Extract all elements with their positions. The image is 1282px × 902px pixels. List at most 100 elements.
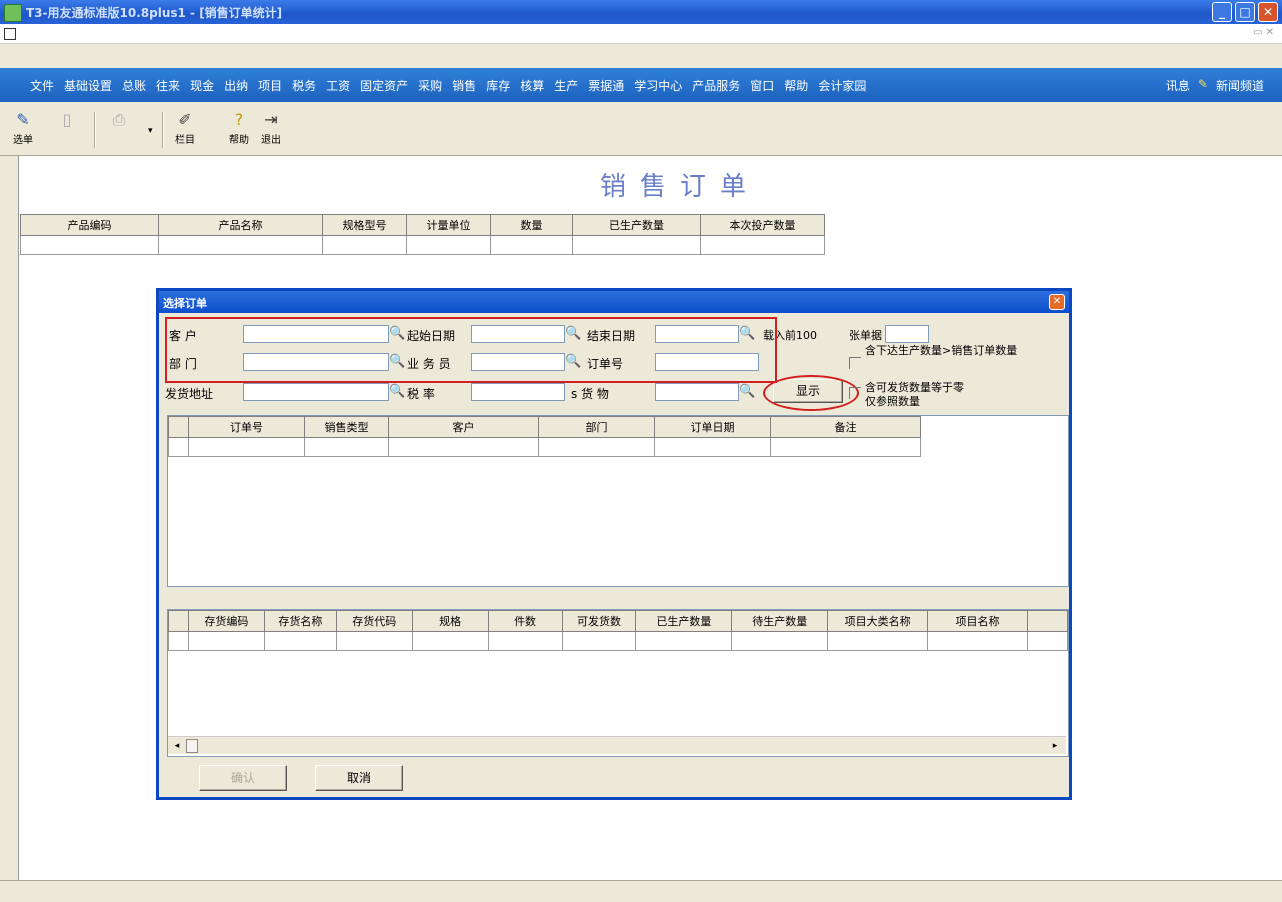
menu-item[interactable]: 基础设置	[64, 77, 112, 94]
help-icon: ?	[234, 110, 244, 129]
menu-item[interactable]: 核算	[520, 77, 544, 94]
product-grid[interactable]: 产品编码 产品名称 规格型号 计量单位 数量 已生产数量 本次投产数量	[20, 214, 825, 255]
scroll-thumb[interactable]	[186, 739, 198, 753]
order-grid[interactable]: 订单号 销售类型 客户 部门 订单日期 备注	[167, 415, 1069, 587]
order-column-header[interactable]: 客户	[388, 416, 539, 438]
spacer-bar	[0, 45, 1282, 68]
check-zero-shippable[interactable]	[849, 387, 861, 399]
column-header[interactable]: 产品编码	[20, 214, 159, 236]
column-header[interactable]: 计量单位	[406, 214, 491, 236]
menu-item[interactable]: 库存	[486, 77, 510, 94]
cancel-button[interactable]: 取消	[315, 765, 403, 791]
menu-item[interactable]: 票据通	[588, 77, 624, 94]
menu-item[interactable]: 帮助	[784, 77, 808, 94]
help-button[interactable]: ? 帮助	[224, 108, 254, 152]
check-production-qty[interactable]	[849, 357, 861, 369]
tax-rate-label: 税 率	[407, 387, 435, 401]
order-column-header[interactable]: 订单号	[188, 416, 305, 438]
menu-item[interactable]: 税务	[292, 77, 316, 94]
order-column-header[interactable]: 部门	[538, 416, 655, 438]
detail-column-header[interactable]: 存货编码	[187, 610, 265, 632]
menu-item[interactable]: 销售	[452, 77, 476, 94]
maximize-button[interactable]: □	[1235, 2, 1255, 22]
ship-address-input[interactable]	[243, 383, 389, 401]
restore-icon[interactable]: ▭ ✕	[1253, 27, 1274, 38]
detail-column-header[interactable]: 规格	[411, 610, 489, 632]
menu-item[interactable]: 会计家园	[818, 77, 866, 94]
menu-item[interactable]: 总账	[122, 77, 146, 94]
menu-item-news[interactable]: 新闻频道	[1216, 77, 1264, 94]
detail-column-header[interactable]: 存货名称	[263, 610, 337, 632]
check-zero-shippable-label-2: 仅参照数量	[865, 395, 920, 408]
menu-item[interactable]: 项目	[258, 77, 282, 94]
detail-column-header[interactable]: 待生产数量	[731, 610, 829, 632]
column-header[interactable]: 已生产数量	[572, 214, 701, 236]
check-production-qty-label: 含下达生产数量>销售订单数量	[865, 344, 1018, 357]
document-icon[interactable]	[4, 28, 16, 40]
minimize-button[interactable]: _	[1212, 2, 1232, 22]
select-icon: ✎	[16, 110, 30, 129]
detail-grid[interactable]: 存货编码 存货名称 存货代码 规格 件数 可发货数 已生产数量 待生产数量 项目大类名称 项目名称…	[167, 609, 1069, 757]
detail-column-header[interactable]: 件数	[487, 610, 563, 632]
ok-button[interactable]: 确认	[199, 765, 287, 791]
detail-column-header[interactable]: 已生产数量	[635, 610, 733, 632]
menu-right: 讯息 ✎ 新闻频道	[1166, 77, 1264, 94]
detail-grid-table: 存货编码 存货名称 存货代码 规格 件数 可发货数 已生产数量 待生产数量 项目大类名称 项目名称	[168, 610, 1068, 651]
menu-item[interactable]: 文件	[30, 77, 54, 94]
print-icon: ⎙	[112, 110, 126, 129]
scroll-left-icon[interactable]: ◂	[170, 739, 184, 753]
dialog-title-bar: 选择订单 ✕	[159, 291, 1069, 313]
close-button[interactable]: ✕	[1258, 2, 1278, 22]
window-title-bar: T3-用友通标准版10.8plus1 - [销售订单统计] _ □ ✕	[0, 0, 1282, 24]
print-button[interactable]: ⎙	[104, 108, 134, 152]
exit-icon: ⇥	[264, 110, 278, 129]
order-column-header[interactable]: 销售类型	[304, 416, 389, 438]
detail-column-header[interactable]: 存货代码	[335, 610, 413, 632]
menu-item[interactable]: 工资	[326, 77, 350, 94]
order-grid-table: 订单号 销售类型 客户 部门 订单日期 备注	[168, 416, 921, 457]
column-button-label: 栏目	[175, 135, 195, 146]
column-button[interactable]: ✐ 栏目	[170, 108, 200, 152]
blank-button[interactable]: ▯	[52, 108, 82, 152]
menu-item[interactable]: 往来	[156, 77, 180, 94]
detail-column-header-extra	[1026, 610, 1068, 632]
goods-input[interactable]	[655, 383, 739, 401]
ship-address-lookup-icon[interactable]: 🔍	[389, 384, 405, 400]
row-header-cell	[168, 610, 189, 632]
news-icon: ✎	[1197, 77, 1208, 91]
toolbar-separator	[162, 112, 164, 148]
detail-column-header[interactable]: 项目名称	[927, 610, 1028, 632]
exit-button[interactable]: ⇥ 退出	[256, 108, 286, 152]
menu-item[interactable]: 采购	[418, 77, 442, 94]
column-header[interactable]: 本次投产数量	[700, 214, 825, 236]
toolbar: ✎ 选单 ▯ ⎙ ▾ ✐ 栏目 ? 帮助 ⇥ 退出	[0, 104, 1282, 156]
tax-rate-input[interactable]	[471, 383, 565, 401]
menu-bar: 文件 基础设置 总账 往来 现金 出纳 项目 税务 工资 固定资产 采购 销售 库存 核算 生产 票据通 学习中…	[0, 68, 1282, 102]
menu-item-messages[interactable]: 讯息	[1166, 77, 1190, 94]
horizontal-scrollbar[interactable]: ◂ ▸	[168, 736, 1066, 754]
goods-label: s 货 物	[571, 387, 609, 401]
count-input[interactable]	[885, 325, 929, 343]
order-column-header[interactable]: 备注	[770, 416, 921, 438]
menu-item[interactable]: 固定资产	[360, 77, 408, 94]
detail-column-header[interactable]: 可发货数	[561, 610, 637, 632]
menu-item[interactable]: 学习中心	[634, 77, 682, 94]
column-header[interactable]: 数量	[490, 214, 573, 236]
menu-item[interactable]: 出纳	[224, 77, 248, 94]
detail-column-header[interactable]: 项目大类名称	[827, 610, 929, 632]
dialog-close-icon[interactable]: ✕	[1049, 294, 1065, 310]
print-dropdown-icon[interactable]: ▾	[148, 126, 153, 136]
select-button[interactable]: ✎ 选单	[8, 108, 38, 152]
menu-item[interactable]: 生产	[554, 77, 578, 94]
column-header[interactable]: 规格型号	[322, 214, 407, 236]
menu-item[interactable]: 窗口	[750, 77, 774, 94]
column-icon: ✐	[178, 110, 192, 129]
goods-lookup-icon[interactable]: 🔍	[739, 384, 755, 400]
order-column-header[interactable]: 订单日期	[654, 416, 771, 438]
menu-item[interactable]: 产品服务	[692, 77, 740, 94]
window-title: T3-用友通标准版10.8plus1 - [销售订单统计]	[26, 6, 283, 20]
menu-item[interactable]: 现金	[190, 77, 214, 94]
scroll-right-icon[interactable]: ▸	[1048, 739, 1062, 753]
column-header[interactable]: 产品名称	[158, 214, 323, 236]
help-button-label: 帮助	[229, 135, 249, 146]
